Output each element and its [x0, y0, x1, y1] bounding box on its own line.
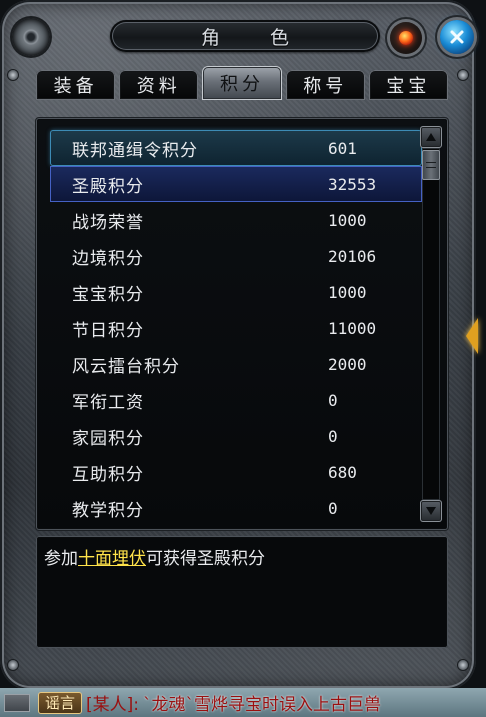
list-item[interactable]: 家园积分 0 — [50, 418, 422, 454]
list-item[interactable]: 军衔工资 0 — [50, 382, 422, 418]
list-item[interactable]: 互助积分 680 — [50, 454, 422, 490]
list-item[interactable]: 风云擂台积分 2000 — [50, 346, 422, 382]
tab-titles[interactable]: 称号 — [285, 70, 365, 100]
point-name: 家园积分 — [72, 428, 144, 449]
point-name: 节日积分 — [72, 320, 144, 341]
point-name: 圣殿积分 — [72, 176, 144, 197]
point-value: 1000 — [328, 210, 367, 230]
close-button[interactable] — [440, 20, 474, 54]
tab-bar: 装备 资料 积分 称号 宝宝 — [36, 66, 449, 100]
list-item[interactable]: 宝宝积分 1000 — [50, 274, 422, 310]
activity-link[interactable]: 十面埋伏 — [78, 549, 146, 569]
description-prefix: 参加 — [44, 549, 78, 569]
point-value: 680 — [328, 462, 357, 482]
chat-toggle-icon[interactable] — [4, 693, 30, 712]
description-panel: 参加十面埋伏可获得圣殿积分 — [36, 536, 448, 648]
frame-bolt — [458, 70, 468, 80]
list-scrollbar[interactable] — [420, 126, 442, 522]
tab-equipment[interactable]: 装备 — [36, 70, 116, 100]
description-text: 参加十面埋伏可获得圣殿积分 — [44, 544, 265, 569]
point-name: 互助积分 — [72, 464, 144, 485]
scroll-up-button[interactable] — [420, 126, 442, 148]
point-value: 2000 — [328, 354, 367, 374]
frame-bolt — [8, 70, 18, 80]
point-name: 教学积分 — [72, 500, 144, 521]
point-name: 联邦通缉令积分 — [72, 140, 198, 161]
point-name: 战场荣誉 — [72, 212, 144, 233]
fire-orb-button[interactable] — [390, 22, 422, 54]
arrow-up-icon — [426, 133, 436, 141]
frame-bolt — [8, 660, 18, 670]
point-value: 601 — [328, 138, 357, 158]
side-expand-arrow-icon[interactable] — [466, 318, 478, 354]
point-name: 风云擂台积分 — [72, 356, 180, 377]
chat-bar: 谣言 [某人]: `龙魂`雪烨寻宝时误入上古巨兽 — [0, 688, 486, 717]
tab-profile[interactable]: 资料 — [119, 70, 199, 100]
point-value: 0 — [328, 498, 338, 518]
tab-points[interactable]: 积分 — [202, 66, 282, 100]
point-name: 宝宝积分 — [72, 284, 144, 305]
window-title-bar[interactable]: 角 色 — [110, 20, 380, 52]
description-suffix: 可获得圣殿积分 — [146, 549, 265, 569]
point-value: 32553 — [328, 174, 377, 194]
chat-channel-badge[interactable]: 谣言 — [38, 691, 83, 714]
arrow-down-icon — [426, 507, 436, 515]
scroll-thumb[interactable] — [422, 150, 440, 180]
point-value: 1000 — [328, 282, 367, 302]
point-value: 11000 — [328, 318, 377, 338]
list-item[interactable]: 边境积分 20106 — [50, 238, 422, 274]
window-title: 角 色 — [200, 26, 312, 49]
points-list-panel: 联邦通缉令积分 601 圣殿积分 32553 战场荣誉 1000 边境积分 20… — [36, 118, 448, 530]
point-value: 0 — [328, 390, 338, 410]
gear-icon — [12, 18, 50, 56]
close-icon — [450, 30, 464, 44]
point-name: 边境积分 — [72, 248, 144, 269]
list-item[interactable]: 联邦通缉令积分 601 — [50, 130, 422, 166]
chat-message: `龙魂`雪烨寻宝时误入上古巨兽 — [143, 695, 382, 715]
scroll-track[interactable] — [422, 148, 440, 500]
scroll-down-button[interactable] — [420, 500, 442, 522]
points-list: 联邦通缉令积分 601 圣殿积分 32553 战场荣誉 1000 边境积分 20… — [50, 130, 422, 526]
fire-orb-icon — [399, 31, 413, 45]
point-value: 20106 — [328, 246, 377, 266]
point-value: 0 — [328, 426, 338, 446]
list-item[interactable]: 战场荣誉 1000 — [50, 202, 422, 238]
list-item[interactable]: 节日积分 11000 — [50, 310, 422, 346]
list-item[interactable]: 圣殿积分 32553 — [50, 166, 422, 202]
tab-pet[interactable]: 宝宝 — [368, 70, 449, 100]
chat-speaker[interactable]: [某人]: — [86, 690, 139, 715]
frame-bolt — [458, 660, 468, 670]
list-item[interactable]: 教学积分 0 — [50, 490, 422, 526]
point-name: 军衔工资 — [72, 392, 144, 413]
